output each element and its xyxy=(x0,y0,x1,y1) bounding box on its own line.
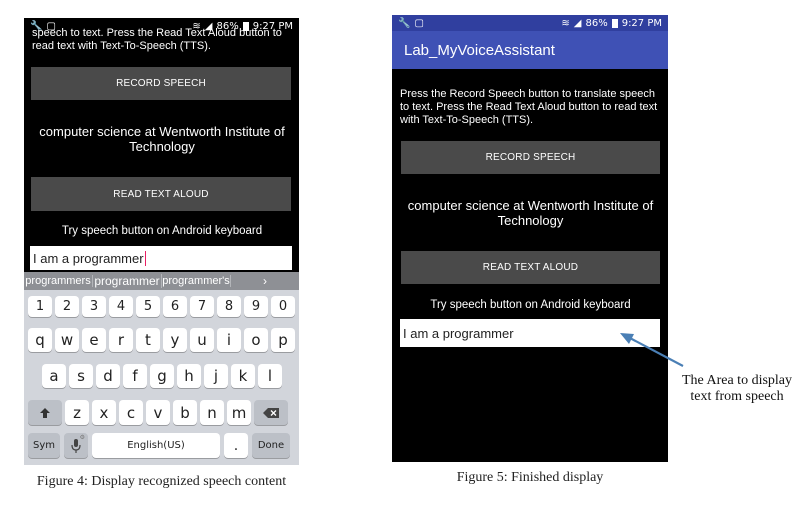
suggestion-item[interactable]: programmer's xyxy=(162,275,231,287)
key[interactable]: k xyxy=(231,364,255,388)
record-speech-button[interactable]: RECORD SPEECH xyxy=(31,67,291,100)
figure4-caption: Figure 4: Display recognized speech cont… xyxy=(36,474,287,489)
key[interactable]: 5 xyxy=(136,296,160,317)
speech-input-value: I am a programmer xyxy=(33,250,144,266)
period-key[interactable]: . xyxy=(224,433,248,458)
voice-input-key[interactable]: ⚙ xyxy=(64,433,88,458)
figure5-phone-screen: 🔧 ▢ ≋ ◢ 86% 9:27 PM Lab_MyVoiceAssistant… xyxy=(392,15,668,462)
shift-key[interactable] xyxy=(28,400,62,425)
key[interactable]: d xyxy=(96,364,120,388)
square-icon: ▢ xyxy=(414,17,424,29)
backspace-key[interactable] xyxy=(254,400,288,425)
clock: 9:27 PM xyxy=(621,17,662,29)
key[interactable]: t xyxy=(136,328,160,352)
settings-gear-icon: ⚙ xyxy=(79,434,85,441)
text-cursor xyxy=(144,250,146,266)
speech-input-field[interactable]: I am a programmer xyxy=(400,319,660,347)
bottom-key-row: Sym ⚙ English(US) . Done xyxy=(28,433,290,458)
status-bar: 🔧 ▢ ≋ ◢ 86% 9:27 PM xyxy=(392,15,668,31)
key[interactable]: c xyxy=(119,400,143,425)
key[interactable]: q xyxy=(28,328,52,352)
key[interactable]: y xyxy=(163,328,187,352)
letter-row-3: z x c v b n m xyxy=(28,400,288,425)
annotation-label: The Area to display text from speech xyxy=(681,373,793,404)
figure5-caption: Figure 5: Finished display xyxy=(456,470,604,485)
key[interactable]: l xyxy=(258,364,282,388)
suggestion-item[interactable]: programmers xyxy=(24,275,93,287)
space-key[interactable]: English(US) xyxy=(92,433,220,458)
key[interactable]: j xyxy=(204,364,228,388)
key[interactable]: z xyxy=(65,400,89,425)
key[interactable]: 9 xyxy=(244,296,268,317)
key[interactable]: f xyxy=(123,364,147,388)
keyboard-hint-text: Try speech button on Android keyboard xyxy=(430,299,631,311)
record-speech-button[interactable]: RECORD SPEECH xyxy=(401,141,660,174)
key[interactable]: m xyxy=(227,400,251,425)
battery-level: 86% xyxy=(585,17,608,29)
recognized-text: computer science at Wentworth Institute … xyxy=(39,124,285,154)
soft-keyboard: programmers programmer programmer's › 1 … xyxy=(24,272,299,465)
letter-row-1: q w e r t y u i o p xyxy=(28,328,295,352)
key[interactable]: 8 xyxy=(217,296,241,317)
recognized-text: computer science at Wentworth Institute … xyxy=(407,198,654,228)
instructions-text: speech to text. Press the Read Text Alou… xyxy=(32,27,282,52)
suggestion-item[interactable]: programmer xyxy=(93,274,162,288)
sym-key[interactable]: Sym xyxy=(28,433,60,458)
chevron-right-icon[interactable]: › xyxy=(231,274,299,288)
read-text-aloud-button[interactable]: READ TEXT ALOUD xyxy=(401,251,660,284)
suggestion-bar: programmers programmer programmer's › xyxy=(24,272,299,290)
number-row: 1 2 3 4 5 6 7 8 9 0 xyxy=(28,296,295,317)
key[interactable]: 6 xyxy=(163,296,187,317)
backspace-icon xyxy=(263,407,279,418)
app-bar: Lab_MyVoiceAssistant xyxy=(392,31,668,69)
keyboard-hint-text: Try speech button on Android keyboard xyxy=(61,225,263,237)
key[interactable]: n xyxy=(200,400,224,425)
key[interactable]: 4 xyxy=(109,296,133,317)
wifi-icon: ≋ xyxy=(561,17,570,29)
done-key[interactable]: Done xyxy=(252,433,290,458)
key[interactable]: 3 xyxy=(82,296,106,317)
figure4-phone-screen: 🔧 ▢ ≋ ◢ 86% 9:27 PM speech to text. Pres… xyxy=(24,18,299,465)
key[interactable]: i xyxy=(217,328,241,352)
key[interactable]: a xyxy=(42,364,66,388)
battery-icon xyxy=(611,18,618,28)
key[interactable]: w xyxy=(55,328,79,352)
instructions-text: Press the Record Speech button to transl… xyxy=(400,88,658,126)
key[interactable]: v xyxy=(146,400,170,425)
key[interactable]: 7 xyxy=(190,296,214,317)
key[interactable]: 2 xyxy=(55,296,79,317)
key[interactable]: p xyxy=(271,328,295,352)
key[interactable]: e xyxy=(82,328,106,352)
letter-row-2: a s d f g h j k l xyxy=(42,364,282,388)
wrench-icon: 🔧 xyxy=(398,17,411,29)
shift-arrow-icon xyxy=(40,407,50,418)
speech-input-field[interactable]: I am a programmer xyxy=(30,246,292,270)
speech-input-value: I am a programmer xyxy=(403,325,514,341)
key[interactable]: u xyxy=(190,328,214,352)
key[interactable]: o xyxy=(244,328,268,352)
key[interactable]: g xyxy=(150,364,174,388)
key[interactable]: h xyxy=(177,364,201,388)
key[interactable]: s xyxy=(69,364,93,388)
key[interactable]: r xyxy=(109,328,133,352)
key[interactable]: x xyxy=(92,400,116,425)
read-text-aloud-button[interactable]: READ TEXT ALOUD xyxy=(31,177,291,211)
key[interactable]: b xyxy=(173,400,197,425)
key[interactable]: 1 xyxy=(28,296,52,317)
app-title: Lab_MyVoiceAssistant xyxy=(404,41,555,59)
key[interactable]: 0 xyxy=(271,296,295,317)
signal-icon: ◢ xyxy=(573,17,582,29)
